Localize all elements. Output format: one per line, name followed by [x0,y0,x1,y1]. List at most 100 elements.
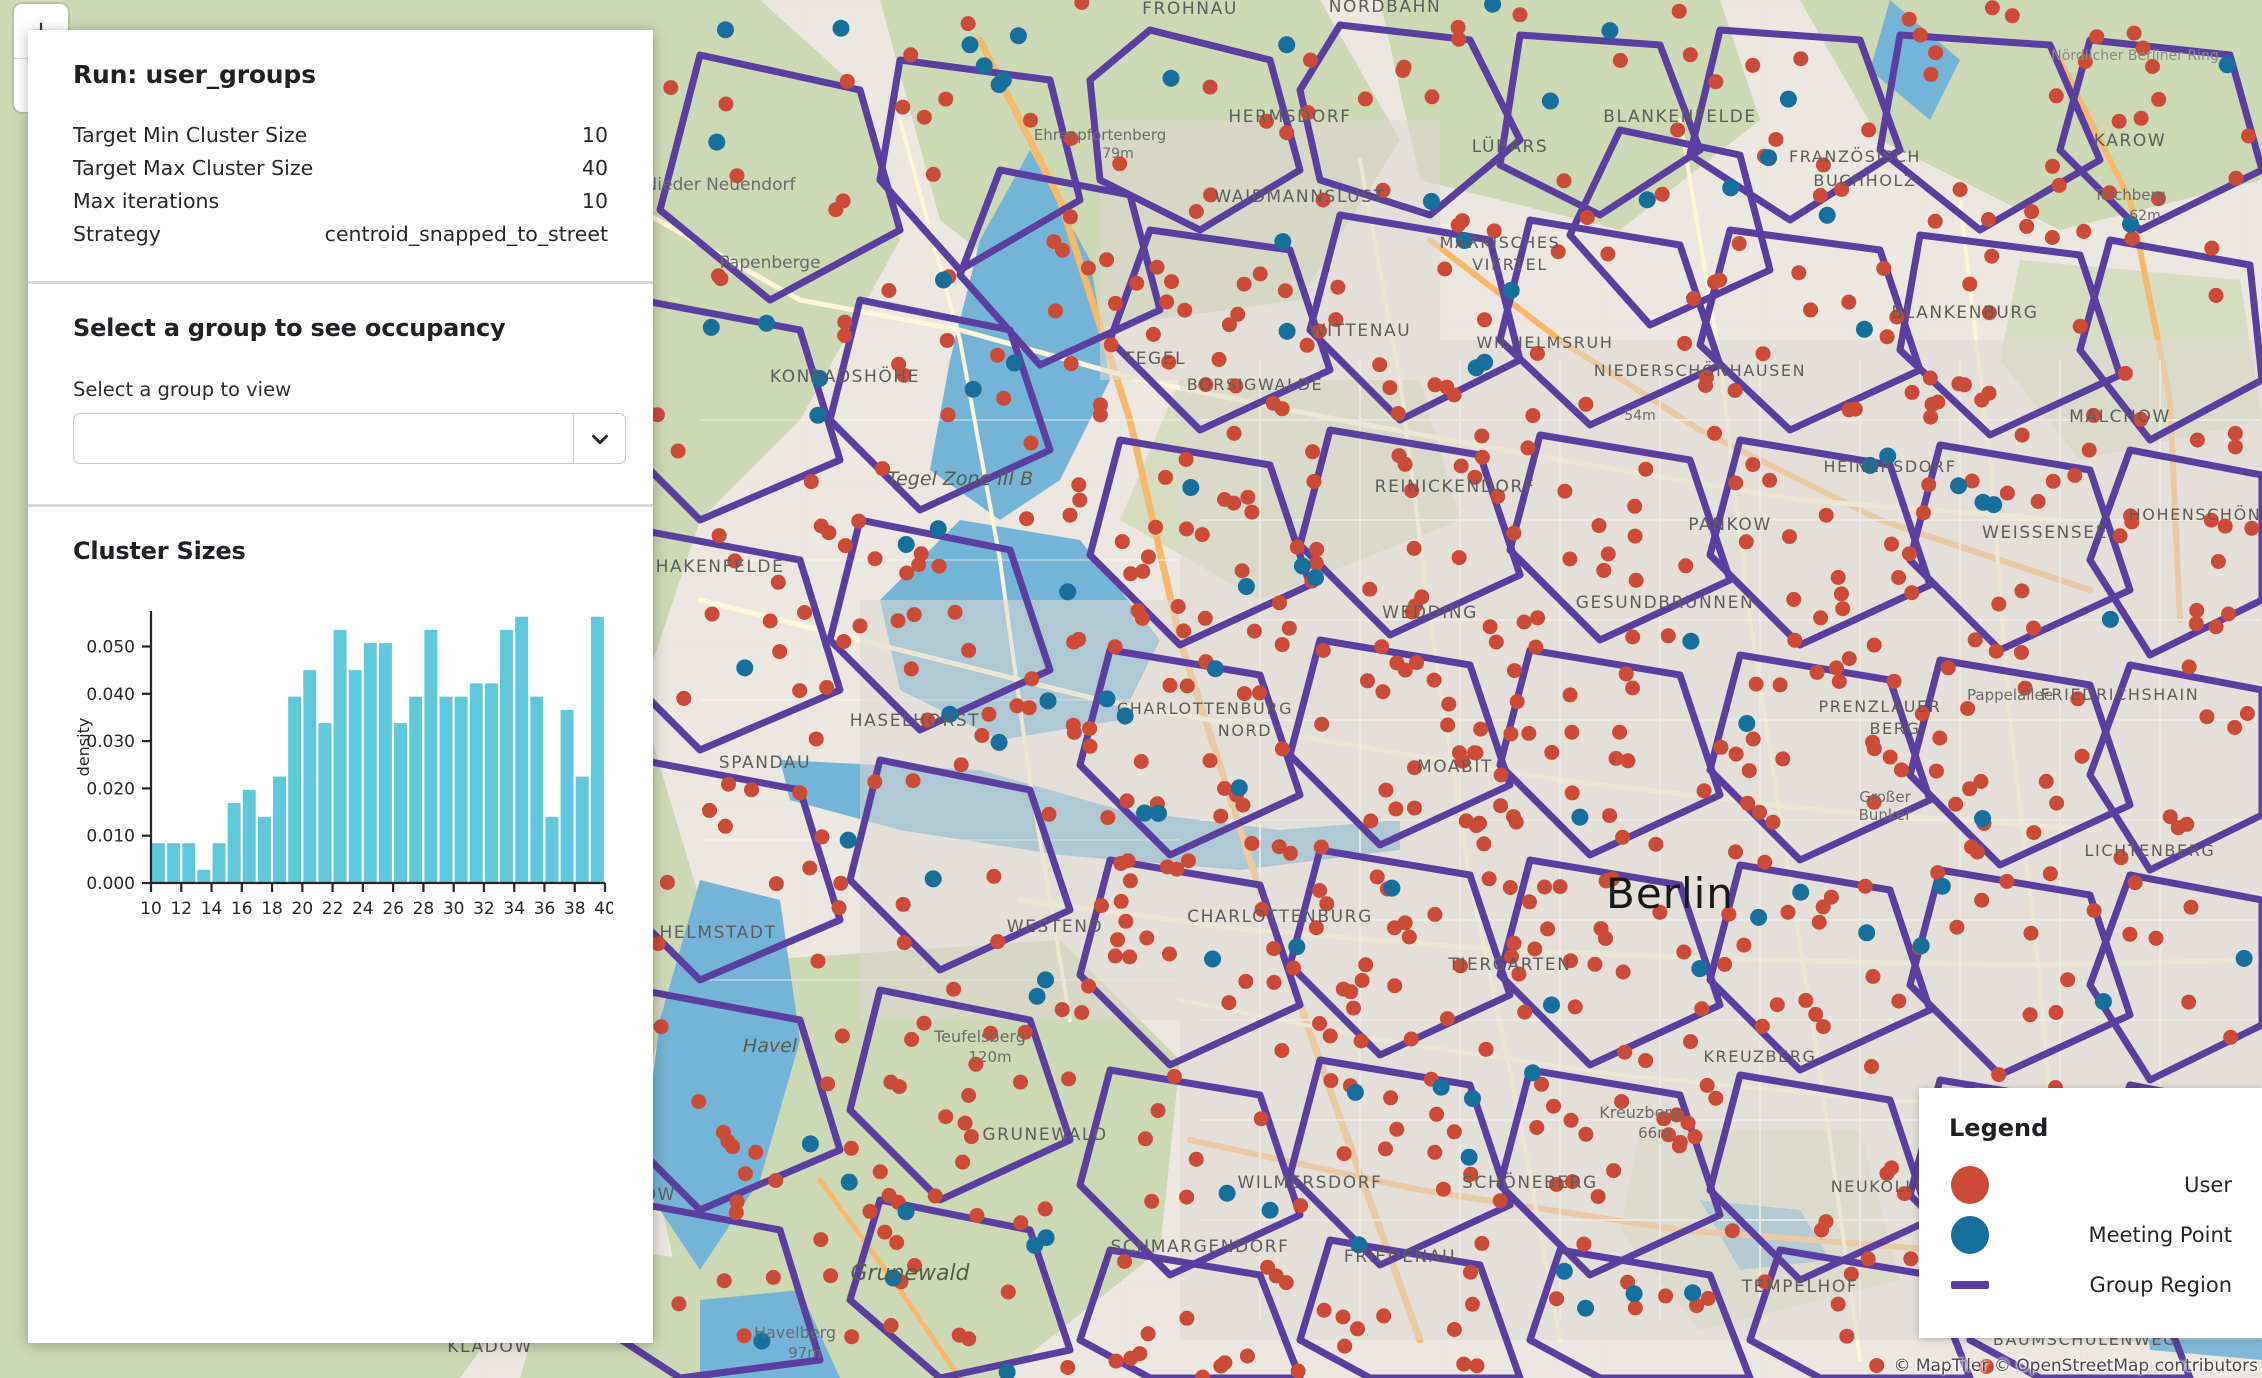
x-tick-label: 34 [503,899,525,919]
user-point [884,1318,899,1333]
meeting-point [1819,207,1836,224]
user-point [1138,1131,1153,1146]
y-tick-label: 0.020 [86,779,135,799]
user-point [1600,247,1615,262]
map-label: WILMERSDORF [1238,1173,1383,1193]
user-point [660,875,675,890]
user-point [1970,845,1985,860]
user-point [1592,518,1607,533]
histogram-bar [470,683,483,883]
user-point [1312,1016,1327,1031]
user-point [1195,527,1210,542]
user-point [1122,949,1137,964]
user-point [883,1075,898,1090]
user-point [1141,549,1156,564]
user-point [2112,114,2127,129]
user-point [1745,457,1760,472]
user-point [1557,484,1572,499]
user-point [737,1328,752,1343]
user-point [2223,1030,2238,1045]
user-point [1732,236,1747,251]
user-point [1389,655,1404,670]
user-point [1557,173,1572,188]
map-label: CHARLOTTENBURG [1187,907,1373,927]
user-point [1707,426,1722,441]
histogram-bar [167,843,180,883]
user-point [1272,595,1287,610]
user-point [868,551,883,566]
user-point [1841,295,1856,310]
group-select-dropdown[interactable] [73,413,626,464]
user-point [1267,975,1282,990]
user-point [2049,796,2064,811]
meeting-point [1760,149,1777,166]
user-point [1010,698,1025,713]
meeting-point [1182,479,1199,496]
user-point [1507,663,1522,678]
user-point [1834,586,1849,601]
chevron-down-icon[interactable] [573,414,625,463]
meeting-point [1543,997,1560,1014]
user-point [2049,88,2064,103]
user-point [813,1232,828,1247]
map-attribution[interactable]: © MapTiler © OpenStreetMap contributors [1893,1356,2258,1376]
user-point [1791,265,1806,280]
user-point [792,683,807,698]
x-tick-label: 32 [473,899,495,919]
user-point [1375,684,1390,699]
user-point [1493,798,1508,813]
user-point [981,707,996,722]
user-point [1902,12,1917,27]
user-point [2209,288,2224,303]
user-point [867,774,882,789]
user-point [748,1145,763,1160]
meeting-point [1639,191,1656,208]
user-point [2023,1007,2038,1022]
user-point [1238,974,1253,989]
user-point [1681,1116,1696,1131]
user-point [1984,249,1999,264]
map-label: VIERTEL [1472,255,1548,274]
user-point [1323,1073,1338,1088]
user-point [2039,774,2054,789]
user-point [896,897,911,912]
user-point [1602,808,1617,823]
meeting-point [1231,779,1248,796]
user-point [676,691,691,706]
user-point [1974,774,1989,789]
user-point [1677,336,1692,351]
user-point [2128,875,2143,890]
user-point [961,1088,976,1103]
user-point [1360,673,1375,688]
user-point [1858,879,1873,894]
user-point [1179,521,1194,536]
user-point [1475,450,1490,465]
legend-symbol [1949,1281,1991,1289]
user-point [1991,1067,2006,1082]
meeting-point [1950,477,1967,494]
user-point [1146,327,1161,342]
y-tick-label: 0.050 [86,637,135,657]
map-label: Pappelallee [1967,686,2053,704]
user-point [1728,383,1743,398]
user-point [1752,805,1767,820]
user-point [1279,125,1294,140]
meeting-point [1347,1084,1364,1101]
user-point [2184,900,2199,915]
legend-row: Group Region [1949,1260,2232,1310]
map-label: PRENZLAUER [1819,697,1942,716]
user-point [2204,241,2219,256]
user-point [1293,1198,1308,1213]
user-point [1388,801,1403,816]
user-point [1108,639,1123,654]
user-point [1363,814,1378,829]
histogram-bar [561,710,574,883]
user-point [1891,570,1906,585]
user-point [1389,1122,1404,1137]
user-point [2046,474,2061,489]
user-point [768,1173,783,1188]
user-point [1842,651,1857,666]
user-point [1244,836,1259,851]
user-point [1134,754,1149,769]
user-point [1507,936,1522,951]
